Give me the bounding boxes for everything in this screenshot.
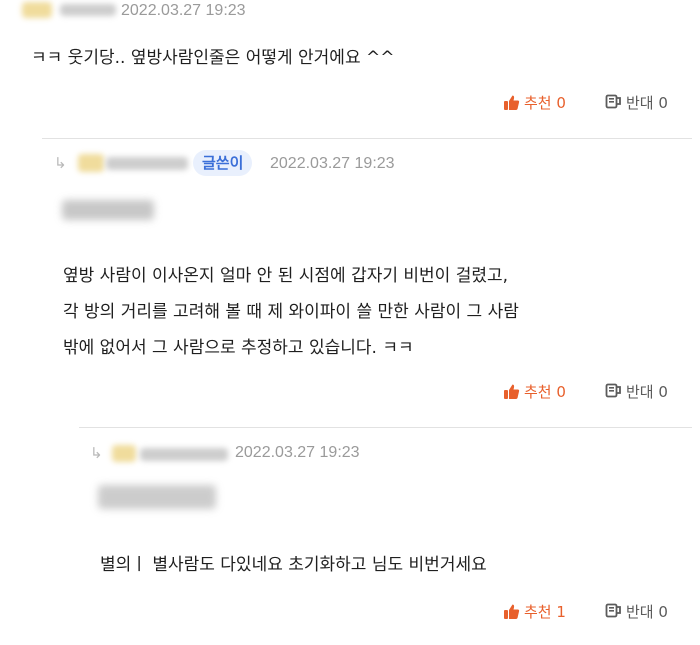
reply-arrow-icon: ↳ <box>90 444 103 462</box>
comment-body-line: 옆방 사람이 이사온지 얼마 안 된 시점에 갑자기 비번이 걸렸고, <box>63 266 509 286</box>
comment-body-line: 각 방의 거리를 고려해 볼 때 제 와이파이 쓸 만한 사람이 그 사람 <box>63 302 519 322</box>
comment-thread: 2022.03.27 19:23 ㅋㅋ 웃기당.. 옆방사람인줄은 어떻게 안거… <box>0 0 700 645</box>
oppose-button[interactable]: 반대 0 <box>605 92 668 113</box>
comment-body-line: 밖에 없어서 그 사람으로 추정하고 있습니다. ㅋㅋ <box>63 338 414 358</box>
comment-timestamp: 2022.03.27 19:23 <box>235 444 360 461</box>
thumbs-up-icon <box>503 383 520 400</box>
recommend-button[interactable]: 추천 0 <box>503 381 566 402</box>
reply-divider <box>42 138 692 139</box>
author-name-blurred[interactable] <box>140 448 228 461</box>
oppose-label: 반대 0 <box>626 94 668 112</box>
reply-divider <box>79 427 692 428</box>
thumbs-down-icon <box>605 94 622 111</box>
thumbs-up-icon <box>503 94 520 111</box>
thumbs-down-icon <box>605 383 622 400</box>
author-name-blurred[interactable] <box>106 157 188 170</box>
redacted-text-blurred <box>62 200 154 220</box>
recommend-label: 추천 0 <box>524 383 566 401</box>
reply-arrow-icon: ↳ <box>54 154 67 172</box>
recommend-button[interactable]: 추천 0 <box>503 92 566 113</box>
redacted-text-blurred <box>98 485 216 509</box>
recommend-label: 추천 0 <box>524 94 566 112</box>
author-avatar-blurred <box>112 445 136 462</box>
comment-timestamp: 2022.03.27 19:23 <box>121 2 246 19</box>
thumbs-down-icon <box>605 603 622 620</box>
recommend-button[interactable]: 추천 1 <box>503 601 566 622</box>
comment-body-line: ㅋㅋ 웃기당.. 옆방사람인줄은 어떻게 안거에요 ^^ <box>31 48 395 68</box>
thumbs-up-icon <box>503 603 520 620</box>
author-avatar-blurred <box>22 2 52 18</box>
oppose-label: 반대 0 <box>626 603 668 621</box>
comment-timestamp: 2022.03.27 19:23 <box>270 155 395 172</box>
comment-body-line: 별의ㅣ 별사람도 다있네요 초기화하고 님도 비번거세요 <box>100 555 487 575</box>
oppose-button[interactable]: 반대 0 <box>605 601 668 622</box>
author-avatar-blurred <box>78 154 104 172</box>
oppose-button[interactable]: 반대 0 <box>605 381 668 402</box>
oppose-label: 반대 0 <box>626 383 668 401</box>
recommend-label: 추천 1 <box>524 603 566 621</box>
author-name-blurred[interactable] <box>60 4 116 16</box>
author-badge: 글쓴이 <box>193 150 253 176</box>
